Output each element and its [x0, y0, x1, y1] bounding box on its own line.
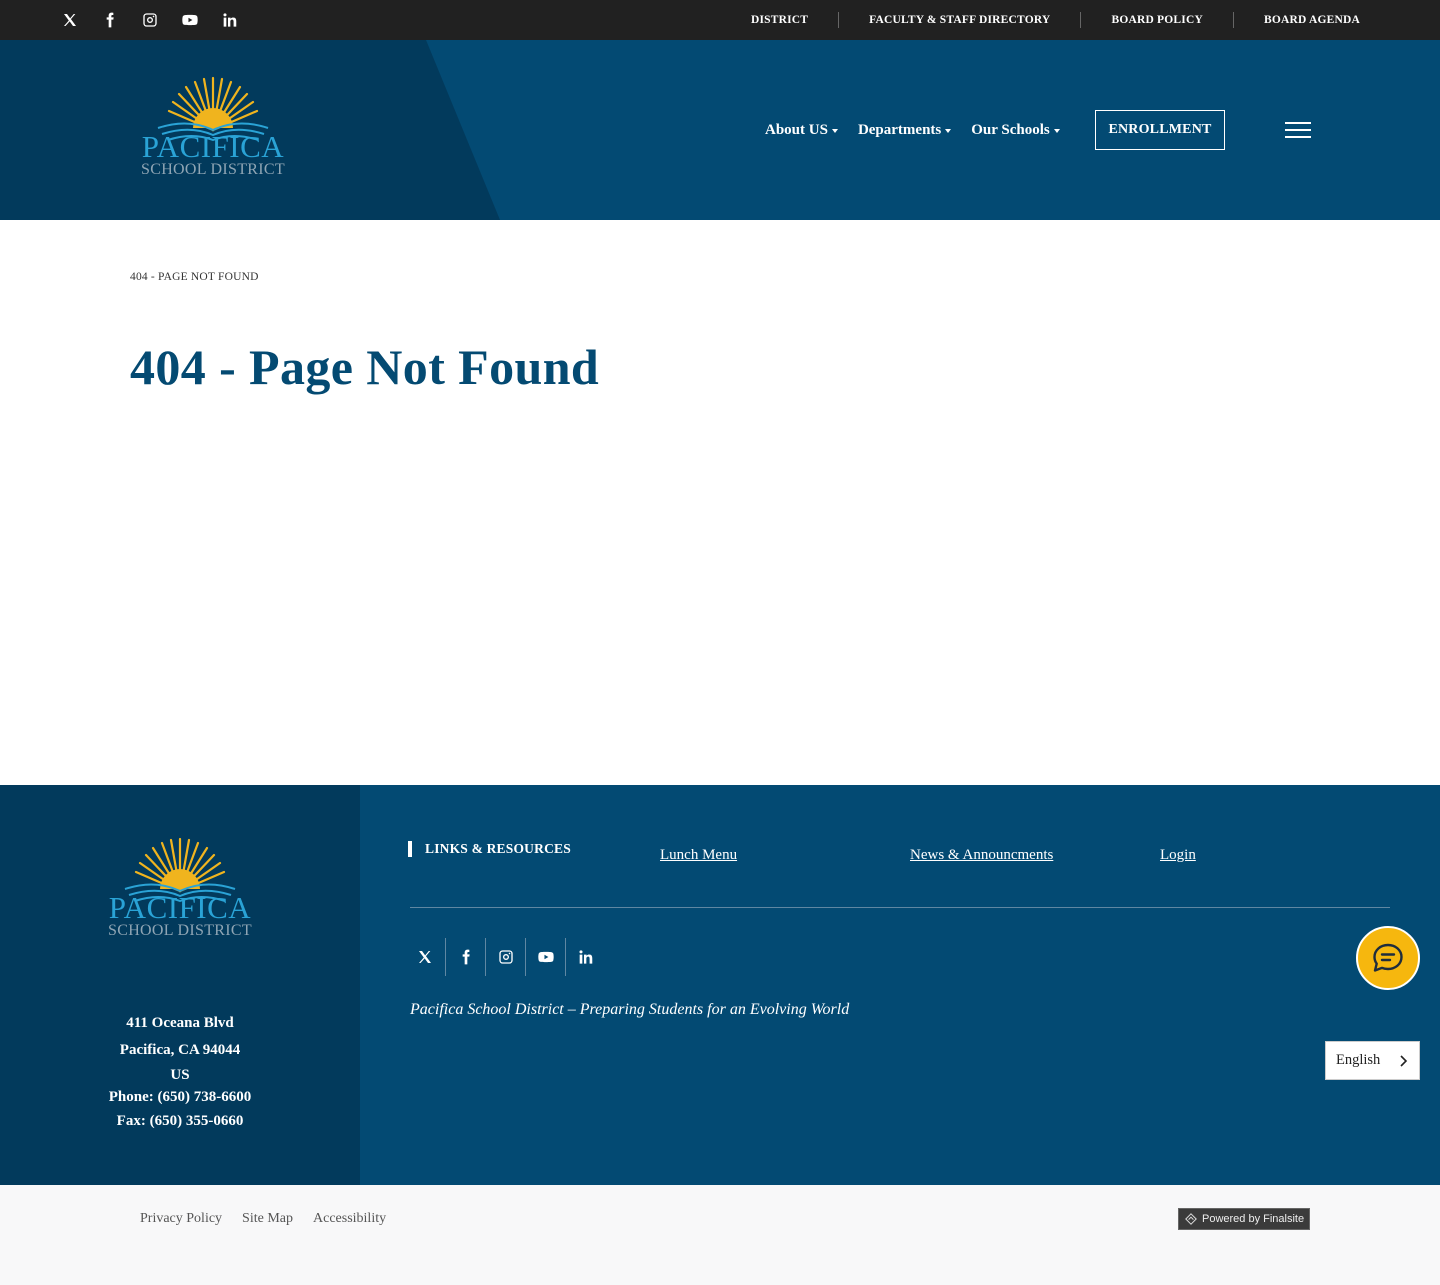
nav-our-schools[interactable]: Our Schools — [971, 120, 1060, 140]
youtube-icon[interactable] — [180, 10, 200, 30]
enrollment-button[interactable]: ENROLLMENT — [1095, 110, 1225, 150]
nav-our-schools-label: Our Schools — [971, 121, 1050, 138]
footer-social-links — [405, 938, 605, 976]
district-logo[interactable]: PACIFICA SCHOOL DISTRICT — [128, 72, 298, 192]
logo-subtitle: SCHOOL DISTRICT — [141, 161, 285, 178]
logo-wordmark: PACIFICA — [141, 129, 285, 164]
chat-bubble-button[interactable] — [1356, 926, 1420, 990]
top-link-board-agenda[interactable]: BOARD AGENDA — [1232, 12, 1390, 28]
legal-bar: Privacy Policy Site Map Accessibility Po… — [0, 1185, 1440, 1285]
nav-departments[interactable]: Departments — [857, 120, 952, 140]
utility-bar: DISTRICT FACULTY & STAFF DIRECTORY BOARD… — [0, 0, 1440, 40]
finalsite-icon — [1185, 1213, 1197, 1225]
youtube-icon[interactable] — [525, 938, 565, 976]
facebook-icon[interactable] — [445, 938, 485, 976]
address-country: US — [170, 1067, 190, 1083]
nav-about-us[interactable]: About US — [765, 120, 838, 140]
site-footer: PACIFICA SCHOOL DISTRICT 411 Oceana Blvd… — [0, 785, 1440, 1185]
caret-down-icon — [831, 128, 838, 133]
utility-nav: DISTRICT FACULTY & STAFF DIRECTORY BOARD… — [721, 0, 1390, 40]
language-selector-label: English — [1336, 1052, 1381, 1068]
powered-by-badge[interactable]: Powered by Finalsite — [1178, 1208, 1310, 1230]
language-selector[interactable]: English — [1325, 1041, 1420, 1080]
breadcrumb: 404 - PAGE NOT FOUND — [130, 271, 259, 283]
caret-down-icon — [1053, 128, 1060, 133]
main-nav: About US Departments Our Schools — [765, 120, 1060, 140]
district-address: 411 Oceana Blvd Pacifica, CA 94044 US Ph… — [0, 1010, 360, 1135]
chevron-right-icon — [1400, 1054, 1408, 1067]
site-map-link[interactable]: Site Map — [242, 1211, 293, 1227]
top-link-board-policy[interactable]: BOARD POLICY — [1080, 12, 1233, 28]
district-tagline: Pacifica School District – Preparing Stu… — [410, 1001, 850, 1018]
nav-departments-label: Departments — [857, 121, 942, 138]
legal-links: Privacy Policy Site Map Accessibility — [140, 1211, 386, 1227]
hamburger-menu-icon[interactable] — [1285, 122, 1311, 138]
footer-link-news[interactable]: News & Announcments — [910, 847, 1053, 864]
top-link-district[interactable]: DISTRICT — [721, 12, 838, 28]
x-twitter-icon[interactable] — [60, 10, 80, 30]
linkedin-icon[interactable] — [565, 938, 605, 976]
instagram-icon[interactable] — [140, 10, 160, 30]
footer-logo-wordmark: PACIFICA — [108, 890, 252, 925]
facebook-icon[interactable] — [100, 10, 120, 30]
top-social-links — [60, 10, 240, 30]
address-phone[interactable]: Phone: (650) 738-6600 — [0, 1086, 360, 1108]
footer-district-logo[interactable]: PACIFICA SCHOOL DISTRICT — [95, 833, 265, 953]
footer-contact-panel: PACIFICA SCHOOL DISTRICT 411 Oceana Blvd… — [0, 785, 360, 1185]
linkedin-icon[interactable] — [220, 10, 240, 30]
footer-link-lunch-menu[interactable]: Lunch Menu — [660, 847, 737, 864]
caret-down-icon — [945, 128, 952, 133]
top-link-staff-directory[interactable]: FACULTY & STAFF DIRECTORY — [838, 12, 1080, 28]
chat-icon — [1373, 943, 1403, 972]
page-title: 404 - Page Not Found — [130, 339, 600, 395]
instagram-icon[interactable] — [485, 938, 525, 976]
footer-link-login[interactable]: Login — [1160, 847, 1196, 864]
address-fax: Fax: (650) 355-0660 — [116, 1113, 244, 1129]
footer-divider — [410, 907, 1390, 908]
links-resources-heading: LINKS & RESOURCES — [408, 841, 571, 857]
address-street: 411 Oceana Blvd — [126, 1015, 234, 1031]
site-header: PACIFICA SCHOOL DISTRICT About US Depart… — [0, 40, 1440, 220]
accessibility-link[interactable]: Accessibility — [313, 1211, 386, 1227]
x-twitter-icon[interactable] — [405, 938, 445, 976]
address-city: Pacifica, CA 94044 — [119, 1042, 241, 1058]
footer-logo-subtitle: SCHOOL DISTRICT — [108, 922, 252, 939]
powered-by-label: Powered by Finalsite — [1202, 1213, 1305, 1225]
nav-about-us-label: About US — [765, 121, 828, 138]
privacy-policy-link[interactable]: Privacy Policy — [140, 1211, 222, 1227]
